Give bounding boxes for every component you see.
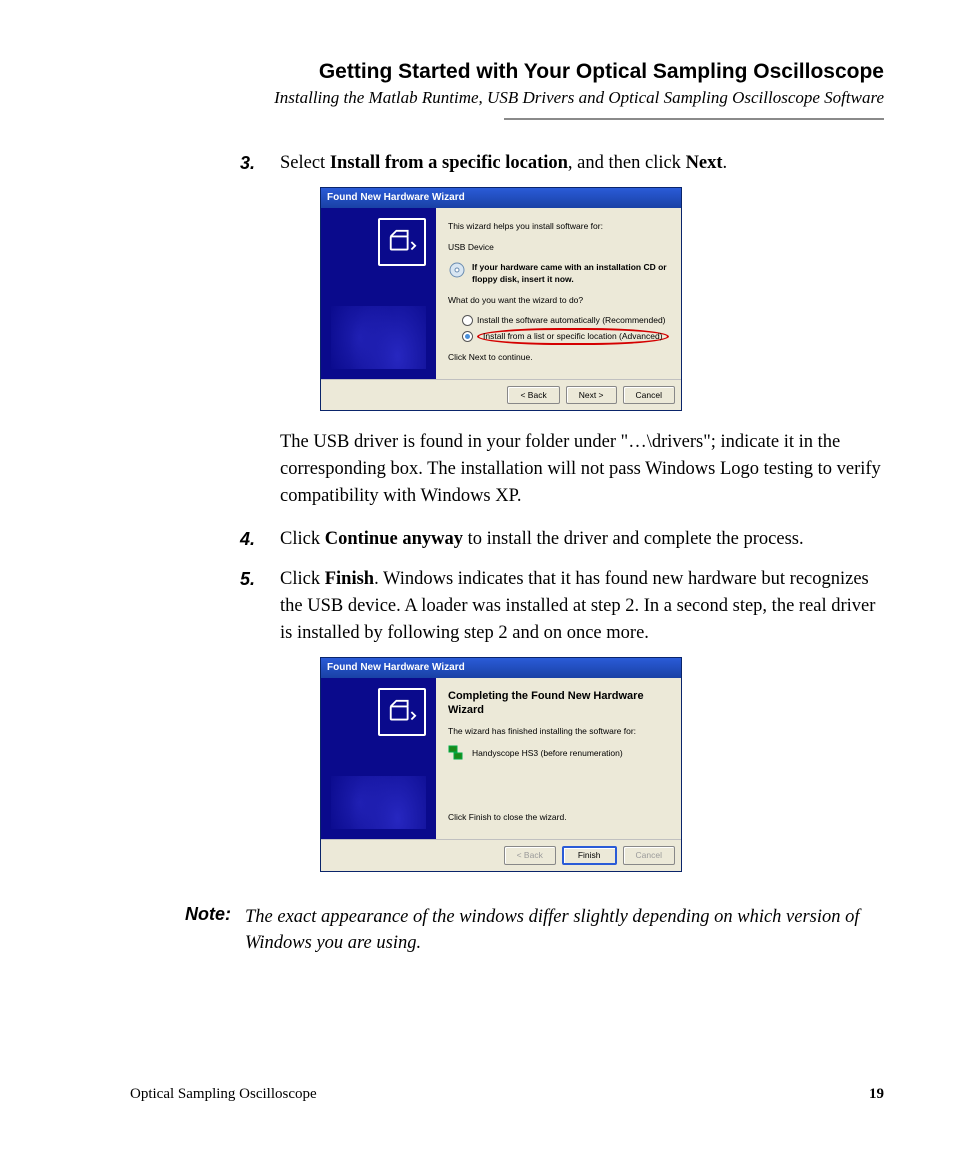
device-name: Handyscope HS3 (before renumeration) (472, 747, 623, 759)
back-button: < Back (504, 846, 556, 864)
header-rule (504, 118, 884, 120)
wizard-sidebar (321, 208, 436, 379)
note-label: Note: (185, 904, 231, 958)
hardware-wizard-dialog-1: Found New Hardware Wizard (320, 187, 682, 411)
radio-option-specific[interactable]: Install from a list or specific location… (462, 328, 669, 344)
radio-label: Install the software automatically (Reco… (477, 314, 666, 326)
page-title: Getting Started with Your Optical Sampli… (130, 60, 884, 84)
note-text: The exact appearance of the windows diff… (245, 904, 884, 958)
wizard-complete-title: Completing the Found New Hardware Wizard (448, 690, 669, 716)
page-number: 19 (869, 1086, 884, 1103)
step-number: 4. (240, 526, 255, 552)
cd-instruction: If your hardware came with an installati… (472, 262, 667, 284)
footer-title: Optical Sampling Oscilloscope (130, 1086, 317, 1103)
step-number: 5. (240, 566, 255, 592)
paragraph: The USB driver is found in your folder u… (280, 429, 884, 509)
note-block: Note: The exact appearance of the window… (185, 904, 884, 958)
text: to install the driver and complete the p… (463, 529, 804, 549)
cd-icon (448, 261, 466, 279)
finish-button[interactable]: Finish (562, 846, 617, 864)
dialog-titlebar: Found New Hardware Wizard (321, 658, 681, 679)
wizard-sidebar (321, 678, 436, 839)
cancel-button[interactable]: Cancel (623, 386, 675, 404)
wizard-question: What do you want the wizard to do? (448, 294, 669, 306)
wizard-text: The wizard has finished installing the s… (448, 725, 669, 737)
step-5: 5. Click Finish. Windows indicates that … (240, 566, 884, 871)
install-icon (378, 218, 426, 266)
dialog-titlebar: Found New Hardware Wizard (321, 188, 681, 209)
back-button[interactable]: < Back (507, 386, 559, 404)
highlight-ellipse: Install from a list or specific location… (477, 328, 669, 344)
text: , and then click (568, 153, 686, 173)
bold: Next (686, 153, 723, 173)
hardware-wizard-dialog-2: Found New Hardware Wizard (320, 657, 682, 872)
device-name: USB Device (448, 241, 669, 253)
wizard-continue-text: Click Next to continue. (448, 351, 669, 363)
text: Click (280, 569, 325, 589)
cancel-button: Cancel (623, 846, 675, 864)
radio-label: Install from a list or specific location… (483, 331, 663, 341)
bold: Finish (325, 569, 374, 589)
text: Select (280, 153, 330, 173)
step-number: 3. (240, 150, 255, 176)
wizard-text: This wizard helps you install software f… (448, 220, 669, 232)
bold: Install from a specific location (330, 153, 568, 173)
step-4: 4. Click Continue anyway to install the … (240, 526, 884, 553)
device-icon (448, 745, 464, 761)
page-subtitle: Installing the Matlab Runtime, USB Drive… (130, 88, 884, 108)
bold: Continue anyway (325, 529, 463, 549)
install-icon (378, 688, 426, 736)
text: Click (280, 529, 325, 549)
next-button[interactable]: Next > (566, 386, 617, 404)
wizard-close-text: Click Finish to close the wizard. (448, 811, 669, 823)
step-3: 3. Select Install from a specific locati… (240, 150, 884, 510)
text: . (723, 153, 728, 173)
radio-option-auto[interactable]: Install the software automatically (Reco… (462, 314, 669, 326)
